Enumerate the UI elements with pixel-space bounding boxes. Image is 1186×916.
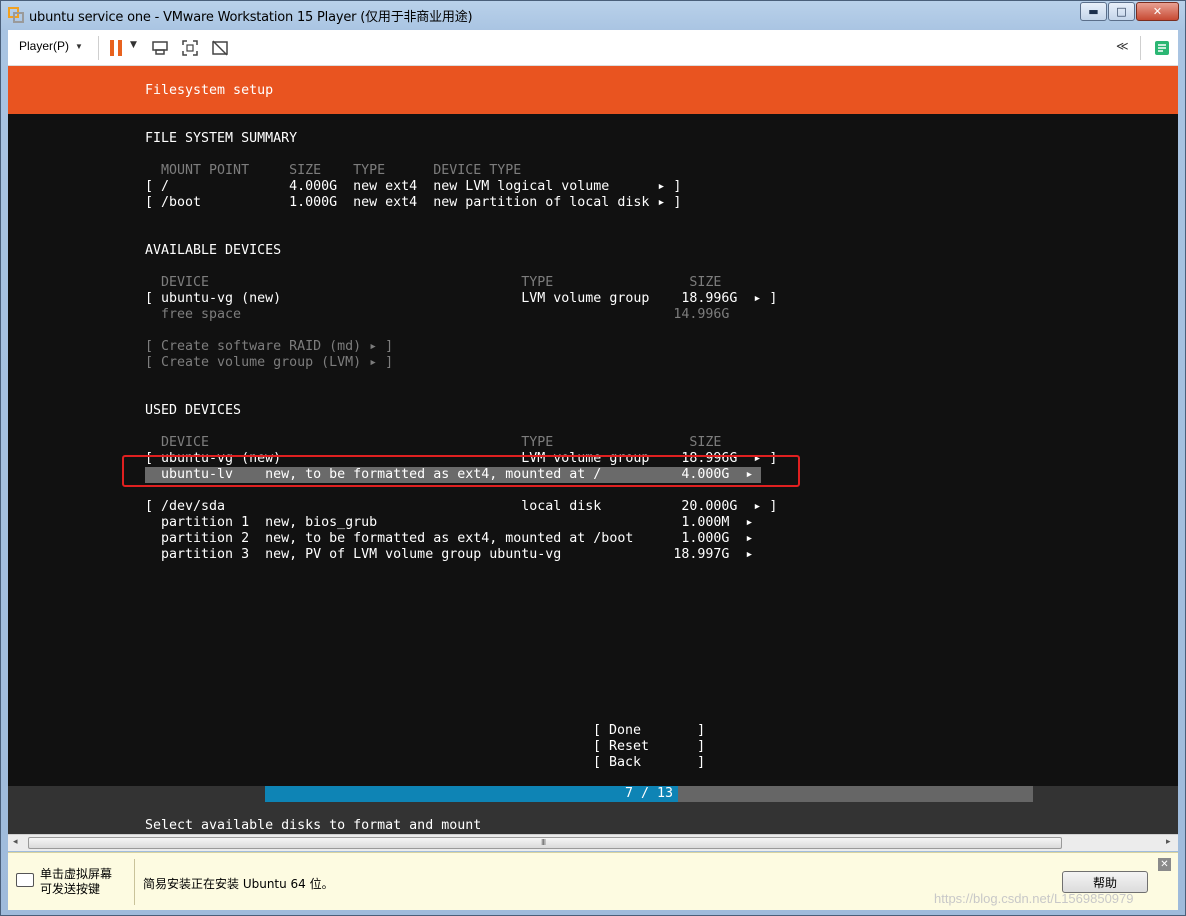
- title-bar[interactable]: ubuntu service one - VMware Workstation …: [1, 1, 1185, 29]
- available-devices-heading: AVAILABLE DEVICES: [145, 243, 282, 258]
- player-menu-label: Player(P): [19, 39, 70, 53]
- partition-2-row[interactable]: partition 2 new, to be formatted as ext4…: [145, 531, 753, 547]
- toolbar-divider: [98, 36, 99, 60]
- info-divider: [134, 859, 135, 905]
- vm-screen[interactable]: Filesystem setup FILE SYSTEM SUMMARY MOU…: [8, 66, 1178, 834]
- partition-3-row[interactable]: partition 3 new, PV of LVM volume group …: [145, 547, 753, 563]
- close-infobar-icon[interactable]: ✕: [1158, 858, 1171, 871]
- toolbar-divider: [1140, 36, 1141, 60]
- unity-mode-icon[interactable]: [210, 38, 230, 58]
- reset-button[interactable]: [ Reset ]: [593, 739, 705, 755]
- fs-summary-columns: MOUNT POINT SIZE TYPE DEVICE TYPE: [145, 163, 522, 178]
- close-button[interactable]: ✕: [1136, 2, 1179, 21]
- pause-dropdown-icon[interactable]: ▼: [130, 40, 137, 50]
- minimize-button[interactable]: ▬: [1080, 2, 1107, 21]
- page-title: Filesystem setup: [145, 83, 274, 98]
- pause-icon[interactable]: [106, 38, 126, 58]
- info-bar: 单击虚拟屏幕 可发送按键 简易安装正在安装 Ubuntu 64 位。 https…: [8, 852, 1178, 910]
- used-devices-columns: DEVICE TYPE SIZE: [145, 435, 722, 450]
- window-controls: ▬ □ ✕: [1079, 2, 1179, 21]
- progress-label: 7 / 13: [624, 786, 674, 801]
- scroll-right-icon[interactable]: ▸: [1166, 837, 1171, 847]
- scrollbar-thumb[interactable]: III: [28, 837, 1062, 849]
- fs-summary-row-boot[interactable]: [ /boot 1.000G new ext4 new partition of…: [145, 195, 681, 211]
- maximize-button[interactable]: □: [1108, 2, 1135, 21]
- vmware-window: ubuntu service one - VMware Workstation …: [0, 0, 1186, 916]
- available-free-space: free space 14.996G: [145, 307, 730, 322]
- watermark-text: https://blog.csdn.net/L1569850979: [934, 891, 1134, 906]
- collapse-toolbar-icon[interactable]: ≪: [1116, 39, 1129, 53]
- install-status-message: 简易安装正在安装 Ubuntu 64 位。: [143, 877, 334, 891]
- footer-hint: Select available disks to format and mou…: [145, 818, 482, 833]
- keyboard-icon: [16, 873, 34, 887]
- partition-1-row[interactable]: partition 1 new, bios_grub 1.000M ▸: [145, 515, 753, 531]
- used-device-sda[interactable]: [ /dev/sda local disk 20.000G ▸ ]: [145, 499, 777, 515]
- annotation-highlight-box: [122, 455, 800, 487]
- notes-icon[interactable]: [1152, 38, 1172, 58]
- window-title: ubuntu service one - VMware Workstation …: [29, 10, 473, 25]
- available-devices-columns: DEVICE TYPE SIZE: [145, 275, 722, 290]
- back-button[interactable]: [ Back ]: [593, 755, 705, 771]
- fs-summary-row-root[interactable]: [ / 4.000G new ext4 new LVM logical volu…: [145, 179, 681, 195]
- done-button[interactable]: [ Done ]: [593, 723, 705, 739]
- scroll-left-icon[interactable]: ◂: [13, 837, 18, 847]
- click-hint-line1: 单击虚拟屏幕: [40, 867, 113, 881]
- grip-icon: III: [541, 838, 546, 847]
- click-hint: 单击虚拟屏幕 可发送按键: [40, 867, 112, 897]
- create-lvm-button[interactable]: [ Create volume group (LVM) ▸ ]: [145, 355, 393, 371]
- used-devices-heading: USED DEVICES: [145, 403, 242, 418]
- vmware-app-icon: [8, 7, 24, 23]
- horizontal-scrollbar[interactable]: ◂ III ▸: [8, 834, 1178, 851]
- fs-summary-heading: FILE SYSTEM SUMMARY: [145, 131, 298, 146]
- fullscreen-icon[interactable]: [180, 38, 200, 58]
- create-raid-button[interactable]: [ Create software RAID (md) ▸ ]: [145, 339, 393, 355]
- click-hint-line2: 可发送按键: [40, 882, 101, 896]
- player-menu[interactable]: Player(P) ▼: [19, 39, 83, 53]
- player-toolbar: Player(P) ▼ ▼ ≪: [8, 30, 1178, 66]
- help-button[interactable]: 帮助: [1062, 871, 1148, 893]
- available-device-ubuntu-vg[interactable]: [ ubuntu-vg (new) LVM volume group 18.99…: [145, 291, 777, 307]
- send-ctrl-alt-del-icon[interactable]: [150, 38, 170, 58]
- chevron-down-icon: ▼: [75, 41, 83, 51]
